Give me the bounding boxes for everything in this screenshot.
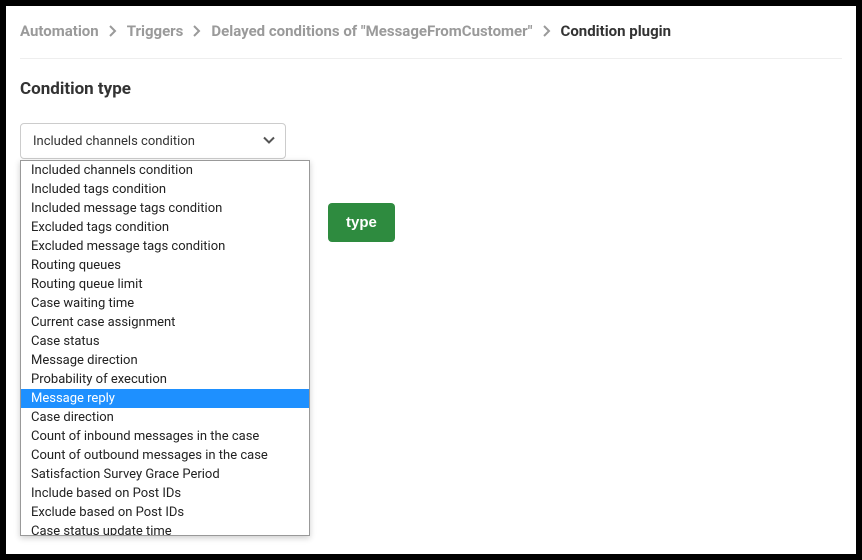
dropdown-option[interactable]: Included message tags condition <box>21 199 309 218</box>
condition-type-select[interactable]: Included channels condition <box>20 123 286 159</box>
dropdown-option[interactable]: Case status <box>21 332 309 351</box>
dropdown-option[interactable]: Satisfaction Survey Grace Period <box>21 465 309 484</box>
breadcrumb-item-current: Condition plugin <box>561 22 672 40</box>
chevron-right-icon <box>109 25 117 37</box>
dropdown-option[interactable]: Case direction <box>21 408 309 427</box>
dropdown-option[interactable]: Message direction <box>21 351 309 370</box>
chevron-right-icon <box>193 25 201 37</box>
chevron-down-icon <box>263 134 275 149</box>
dropdown-option[interactable]: Message reply <box>21 389 309 408</box>
dropdown-option[interactable]: Excluded tags condition <box>21 218 309 237</box>
dropdown-option[interactable]: Included channels condition <box>21 161 309 180</box>
chevron-right-icon <box>543 25 551 37</box>
breadcrumb: Automation Triggers Delayed conditions o… <box>20 22 842 59</box>
breadcrumb-item-triggers[interactable]: Triggers <box>127 22 184 40</box>
dropdown-option[interactable]: Case waiting time <box>21 294 309 313</box>
dropdown-option[interactable]: Probability of execution <box>21 370 309 389</box>
dropdown-option[interactable]: Case status update time <box>21 522 309 536</box>
condition-type-select-wrapper: Included channels condition Included cha… <box>20 123 286 159</box>
dropdown-option[interactable]: Included tags condition <box>21 180 309 199</box>
dropdown-option[interactable]: Routing queue limit <box>21 275 309 294</box>
section-title: Condition type <box>20 79 842 99</box>
select-value: Included channels condition <box>33 134 195 149</box>
dropdown-option[interactable]: Count of outbound messages in the case <box>21 446 309 465</box>
dropdown-option[interactable]: Current case assignment <box>21 313 309 332</box>
breadcrumb-item-delayed-conditions[interactable]: Delayed conditions of "MessageFromCustom… <box>211 22 532 40</box>
dropdown-option[interactable]: Routing queues <box>21 256 309 275</box>
condition-type-dropdown[interactable]: Included channels conditionIncluded tags… <box>20 160 310 536</box>
dropdown-option[interactable]: Exclude based on Post IDs <box>21 503 309 522</box>
dropdown-option[interactable]: Excluded message tags condition <box>21 237 309 256</box>
dropdown-option[interactable]: Count of inbound messages in the case <box>21 427 309 446</box>
type-button[interactable]: type <box>328 203 395 242</box>
breadcrumb-item-automation[interactable]: Automation <box>20 22 99 40</box>
dropdown-option[interactable]: Include based on Post IDs <box>21 484 309 503</box>
